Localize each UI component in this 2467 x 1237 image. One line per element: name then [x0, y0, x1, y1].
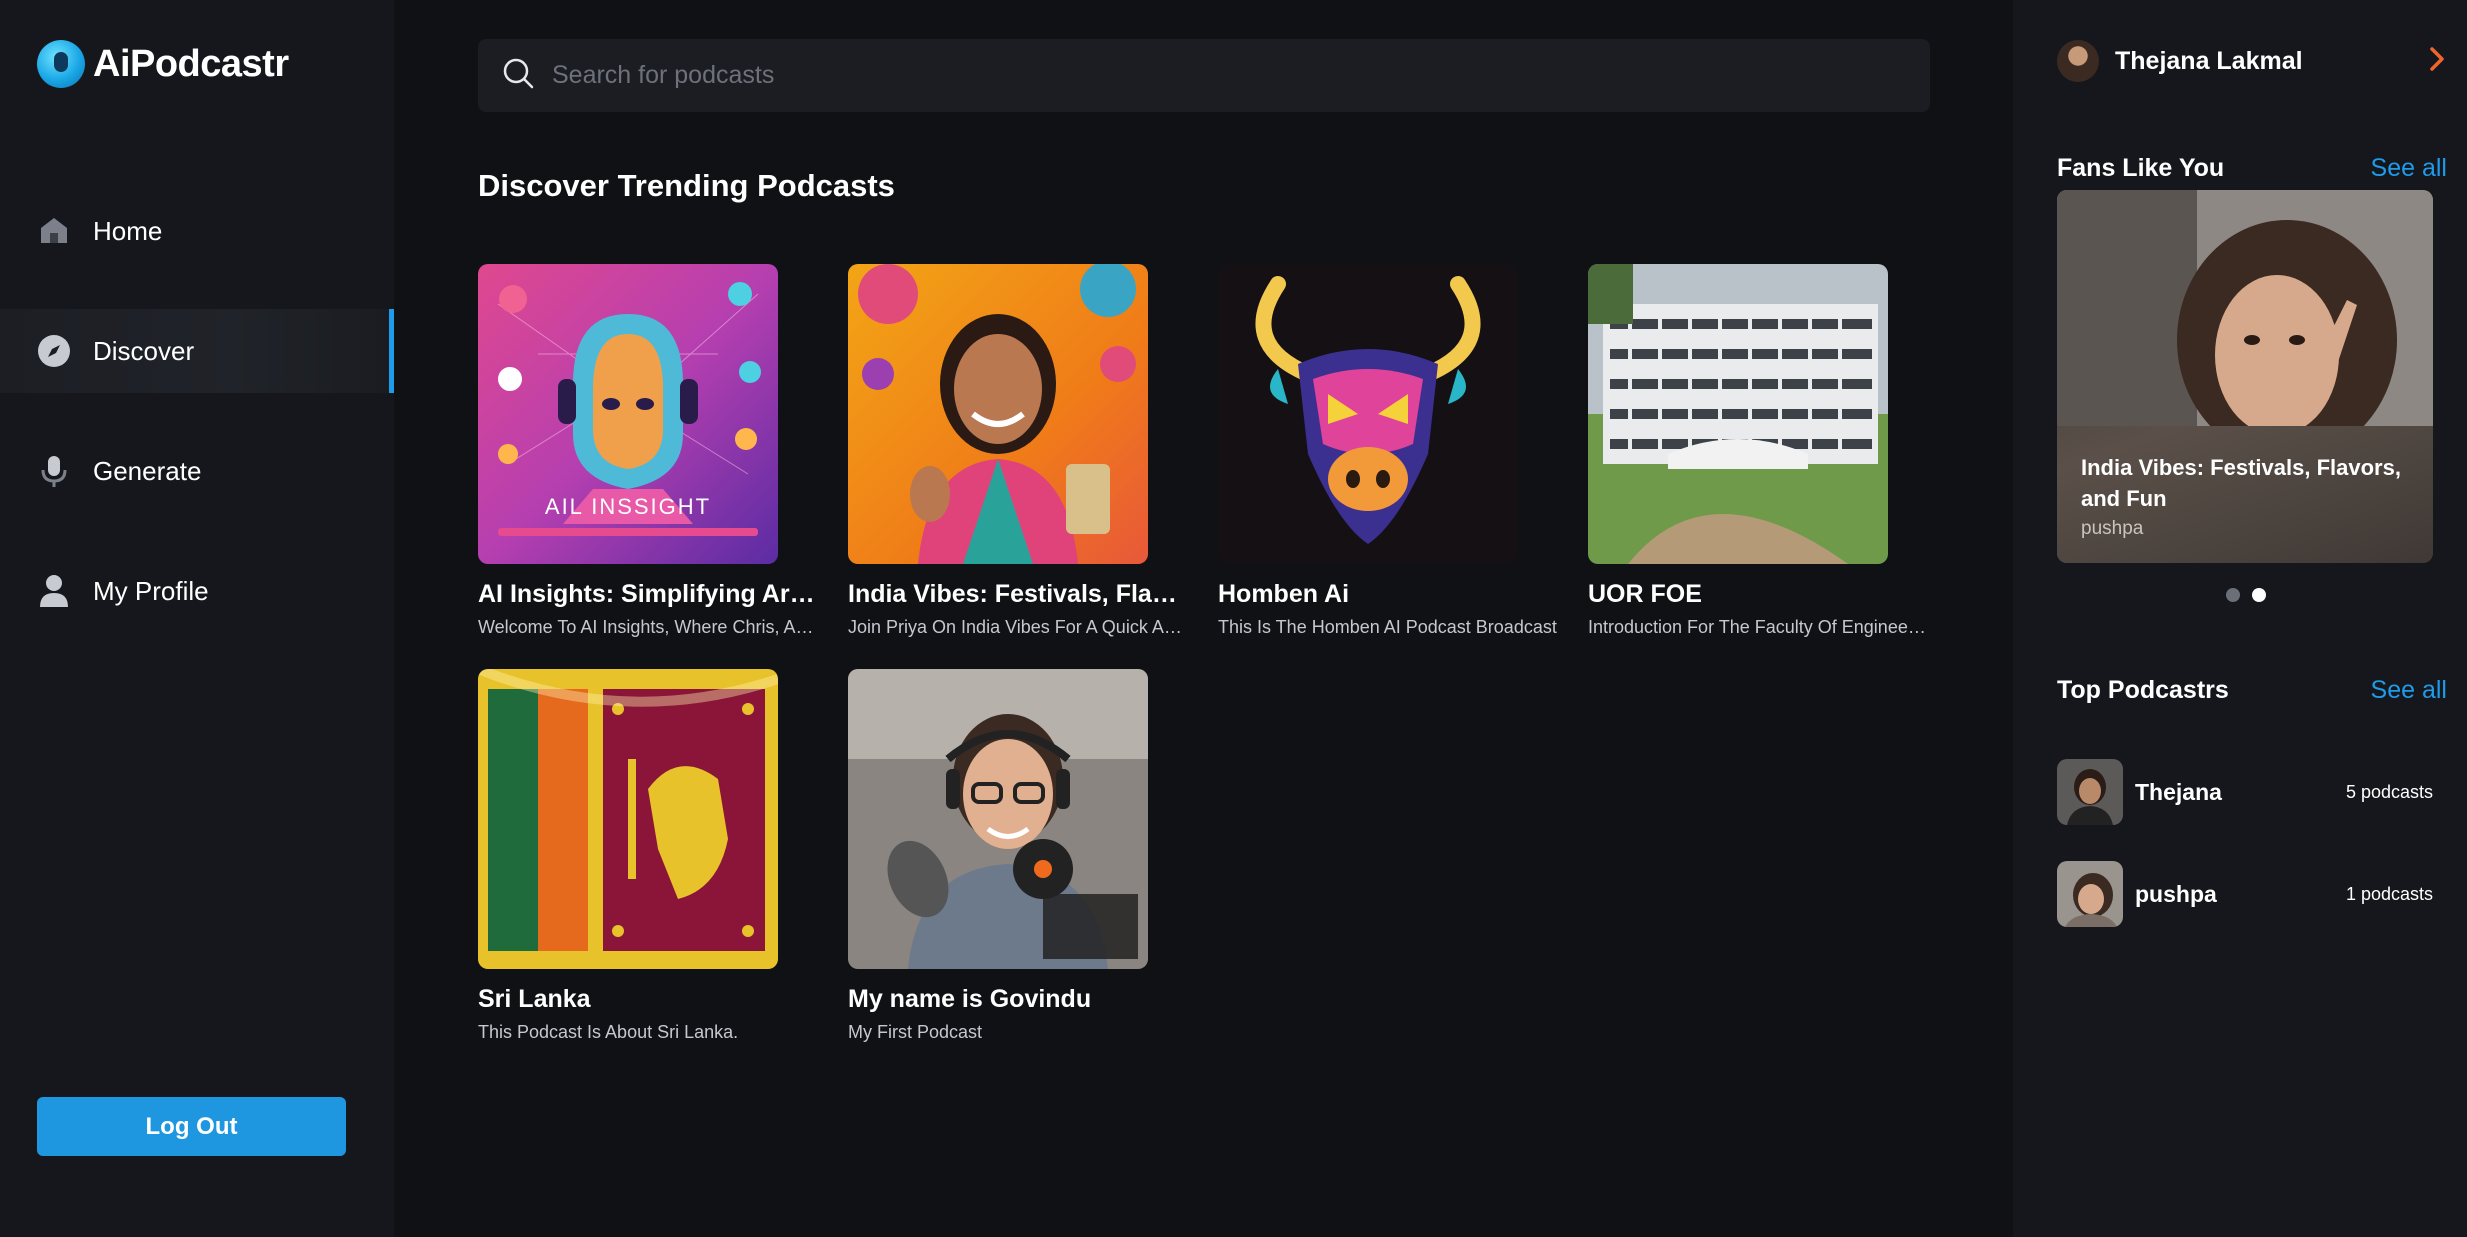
top-podcastrs-see-all-link[interactable]: See all	[2371, 676, 2447, 705]
podcastr-name: Thejana	[2135, 778, 2222, 805]
podcast-title: Sri Lanka	[478, 985, 591, 1013]
podcast-artwork	[1218, 264, 1518, 564]
nav-label-discover: Discover	[93, 335, 195, 366]
podcast-count: 5 podcasts	[2345, 781, 2433, 802]
nav-label-home: Home	[93, 215, 163, 246]
podcast-card-homben-ai[interactable]: Homben Ai This Is The Homben AI Podcast …	[1218, 264, 1558, 638]
page-title: Discover Trending Podcasts	[478, 168, 895, 203]
fans-see-all-link[interactable]: See all	[2371, 154, 2447, 183]
podcast-description: Introduction For The Faculty Of Engineer…	[1588, 617, 1928, 637]
search-bar[interactable]	[478, 39, 1930, 112]
podcast-artwork	[848, 669, 1148, 969]
fan-card-title: India Vibes: Festivals, Flavors, and Fun	[2081, 455, 2401, 511]
podcast-artwork	[1588, 264, 1888, 564]
podcast-artwork: AIL INSSIGHT	[478, 264, 778, 564]
podcast-title: AI Insights: Simplifying Artificial Inte…	[478, 580, 818, 608]
compass-icon	[37, 334, 71, 368]
nav-label-my-profile: My Profile	[93, 575, 209, 606]
nav-label-generate: Generate	[93, 455, 202, 486]
home-icon	[37, 214, 71, 248]
search-input[interactable]	[552, 61, 1852, 90]
top-podcastr-item[interactable]: Thejana 5 podcasts	[2057, 759, 2433, 825]
fan-podcast-card[interactable]: India Vibes: Festivals, Flavors, and Fun…	[2057, 190, 2433, 563]
nav-item-my-profile[interactable]: My Profile	[0, 549, 394, 633]
podcast-description: Welcome To AI Insights, Where Chris, And…	[478, 617, 818, 637]
podcast-card-uor-foe[interactable]: UOR FOE Introduction For The Faculty Of …	[1588, 264, 1928, 638]
podcast-title: India Vibes: Festivals, Flavors, and Fun	[848, 580, 1188, 608]
podcastr-name: pushpa	[2135, 880, 2217, 907]
podcast-description: This Podcast Is About Sri Lanka.	[478, 1022, 739, 1042]
fan-card-caption: India Vibes: Festivals, Flavors, and Fun…	[2057, 426, 2433, 563]
podcast-artwork	[848, 264, 1148, 564]
nav-item-home[interactable]: Home	[0, 189, 394, 273]
fans-heading: Fans Like You	[2057, 154, 2225, 182]
logout-button[interactable]: Log Out	[37, 1097, 346, 1156]
fan-card-author: pushpa	[2081, 518, 2144, 539]
avatar	[2057, 40, 2099, 82]
podcast-title: Homben Ai	[1218, 580, 1350, 608]
podcast-description: This Is The Homben AI Podcast Broadcast	[1218, 617, 1557, 637]
top-podcastrs-header: Top Podcastrs See all	[2057, 676, 2447, 705]
nav-item-generate[interactable]: Generate	[0, 429, 394, 513]
top-podcastrs-heading: Top Podcastrs	[2057, 676, 2229, 704]
carousel-dot-1[interactable]	[2226, 588, 2240, 602]
right-sidebar: Thejana Lakmal Fans Like You See all Ind…	[2013, 0, 2467, 1237]
fan-card-image	[2057, 190, 2433, 460]
current-user[interactable]: Thejana Lakmal	[2057, 38, 2447, 84]
podcast-title: My name is Govindu	[848, 985, 1092, 1013]
podcast-card-ai-insights[interactable]: AIL INSSIGHT AI Insights: Simplifying Ar…	[478, 264, 818, 638]
user-icon	[37, 574, 71, 608]
app-name: AiPodcastr	[93, 42, 289, 85]
microphone-icon	[37, 454, 71, 488]
podcast-title: UOR FOE	[1588, 580, 1702, 608]
fans-header: Fans Like You See all	[2057, 154, 2447, 183]
podcast-card-sri-lanka[interactable]: Sri Lanka This Podcast Is About Sri Lank…	[478, 669, 818, 1043]
podcast-card-my-name-is-govindu[interactable]: My name is Govindu My First Podcast	[848, 669, 1188, 1043]
podcast-count: 1 podcasts	[2345, 883, 2433, 904]
podcast-description: Join Priya On India Vibes For A Quick An…	[848, 617, 1188, 637]
carousel-dot-2[interactable]	[2252, 588, 2266, 602]
avatar	[2057, 759, 2123, 825]
podcast-artwork	[478, 669, 778, 969]
app-logo[interactable]: AiPodcastr	[37, 40, 289, 88]
podcast-description: My First Podcast	[848, 1022, 983, 1042]
left-sidebar: AiPodcastr Home Discover Generate My Pro…	[0, 0, 394, 1237]
top-podcastr-item[interactable]: pushpa 1 podcasts	[2057, 861, 2433, 927]
chevron-right-icon[interactable]	[2427, 46, 2447, 77]
podcast-card-india-vibes[interactable]: India Vibes: Festivals, Flavors, and Fun…	[848, 264, 1188, 638]
search-icon	[502, 57, 534, 94]
carousel-dots	[2226, 588, 2266, 602]
logo-icon	[37, 40, 85, 88]
nav-item-discover[interactable]: Discover	[0, 309, 394, 393]
artwork-text: AIL INSSIGHT	[545, 494, 711, 519]
user-name: Thejana Lakmal	[2115, 46, 2303, 75]
avatar	[2057, 861, 2123, 927]
